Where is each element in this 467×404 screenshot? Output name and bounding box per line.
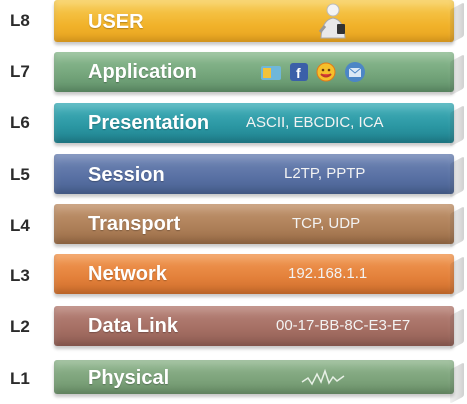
layer-example: 192.168.1.1 [288, 265, 368, 282]
layer-name: Data Link [88, 315, 179, 337]
layer-name: Session [88, 164, 165, 186]
layer-bar-presentation: Presentation ASCII, EBCDIC, ICA [54, 103, 454, 143]
layer-bar-session: Session L2TP, PPTP [54, 154, 454, 194]
app-icon-1 [261, 66, 281, 80]
svg-text:f: f [296, 65, 301, 81]
layer-bar-physical: Physical [54, 360, 454, 394]
layer-level-label: L5 [10, 165, 30, 184]
signal-wave-icon [301, 368, 345, 386]
layer-name: Physical [88, 367, 170, 389]
layer-name: Presentation [88, 112, 210, 134]
layer-bar-transport: Transport TCP, UDP [54, 204, 454, 244]
user-figure-icon [318, 3, 346, 39]
layer-name: USER [88, 11, 144, 33]
layer-level-label: L1 [10, 369, 30, 388]
layer-level-label: L3 [10, 266, 30, 285]
layer-bar-application: Application f [54, 52, 454, 92]
layer-level-label: L6 [10, 113, 30, 132]
layer-example: TCP, UDP [292, 215, 361, 232]
layer-level-label: L4 [10, 216, 30, 235]
layer-name: Network [88, 263, 167, 285]
layer-example: 00-17-BB-8C-E3-E7 [276, 317, 411, 334]
facebook-icon: f [290, 63, 308, 81]
layer-bar-network: Network 192.168.1.1 [54, 254, 454, 294]
layer-level-label: L2 [10, 317, 30, 336]
mail-icon [345, 62, 365, 82]
layer-bar-user: USER [54, 0, 454, 42]
layer-example: ASCII, EBCDIC, ICA [246, 114, 384, 131]
layer-bar-data-link: Data Link 00-17-BB-8C-E3-E7 [54, 306, 454, 346]
layer-level-label: L7 [10, 62, 30, 81]
smiley-icon [316, 62, 336, 82]
layer-name: Application [88, 61, 197, 83]
layer-name: Transport [88, 213, 181, 235]
layer-example: L2TP, PPTP [284, 165, 366, 182]
layer-level-label: L8 [10, 11, 30, 30]
